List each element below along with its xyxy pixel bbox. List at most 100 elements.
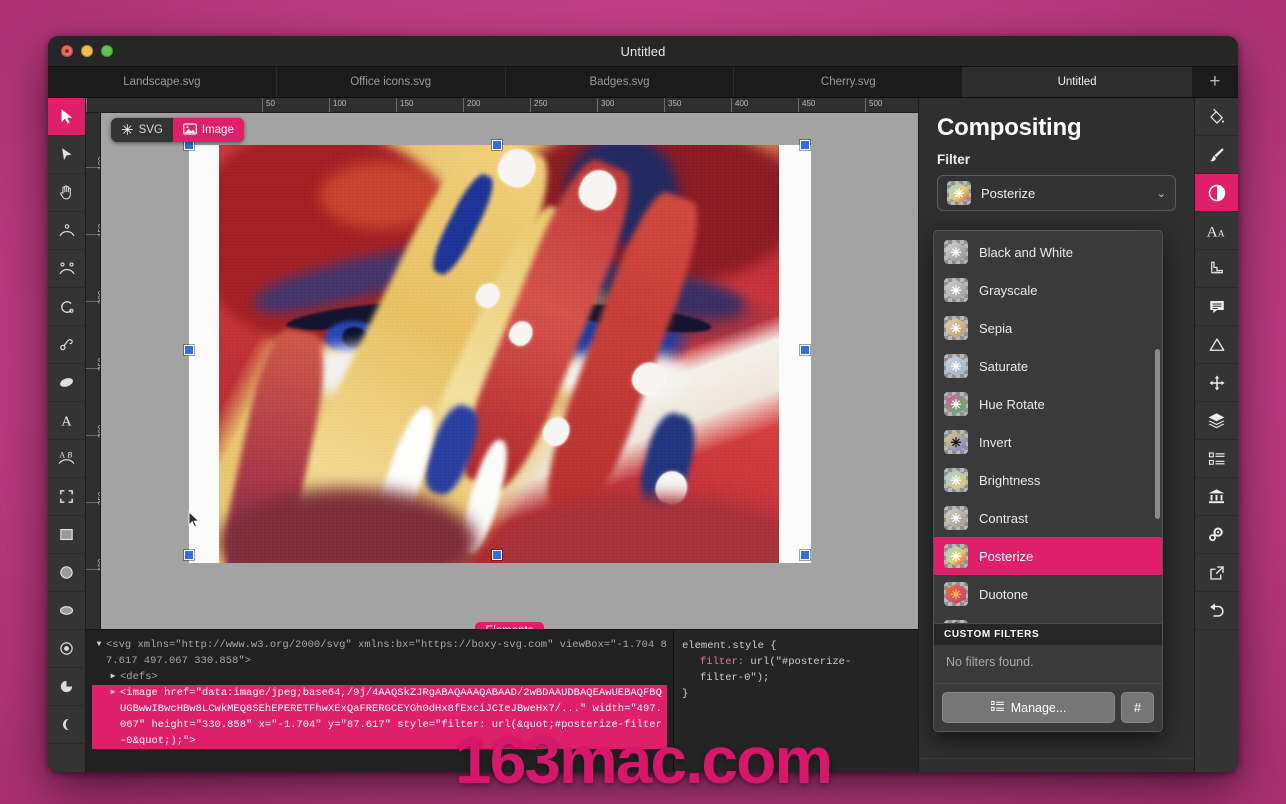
tab-cherry[interactable]: Cherry.svg — [734, 67, 963, 97]
tab-badges[interactable]: Badges.svg — [506, 67, 735, 97]
blob-tool[interactable] — [48, 364, 85, 402]
moon-tool[interactable] — [48, 706, 85, 744]
chevron-down-icon[interactable]: ⌄ — [1157, 187, 1166, 200]
plugins-tool[interactable] — [1195, 516, 1238, 554]
tab-untitled[interactable]: Untitled — [963, 67, 1192, 97]
crop-tool[interactable] — [48, 478, 85, 516]
compositing-tool[interactable] — [1195, 174, 1238, 212]
developer-panel: ▼ <svg xmlns="http://www.w3.org/2000/svg… — [86, 629, 918, 772]
minimize-button[interactable] — [81, 45, 93, 57]
svg-text:A: A — [61, 413, 72, 429]
filter-option-x-ray[interactable]: ✳ X-ray — [934, 613, 1162, 623]
export-tool[interactable] — [1195, 554, 1238, 592]
canvas-viewport[interactable]: ✳ SVG — [101, 113, 918, 629]
canvas-wrap: 100 150 200 250 300 350 400 ✳ — [86, 113, 918, 629]
measure-tool[interactable] — [1195, 250, 1238, 288]
tab-office-icons[interactable]: Office icons.svg — [277, 67, 506, 97]
mode-svg-option[interactable]: ✳ SVG — [111, 118, 173, 142]
filter-option-label: Black and White — [979, 245, 1073, 260]
filter-option-list[interactable]: ✳ Black and White ✳ Grayscale — [934, 231, 1162, 623]
asterisk-icon: ✳ — [121, 123, 134, 138]
filter-option-hue-rotate[interactable]: ✳ Hue Rotate — [934, 385, 1162, 423]
geometry-tool[interactable] — [1195, 326, 1238, 364]
close-button[interactable] — [61, 45, 73, 57]
comments-tool[interactable] — [1195, 288, 1238, 326]
svg-text:B: B — [67, 451, 72, 460]
filter-option-grayscale[interactable]: ✳ Grayscale — [934, 271, 1162, 309]
filter-option-brightness[interactable]: ✳ Brightness — [934, 461, 1162, 499]
select-tool[interactable] — [48, 98, 85, 136]
filter-option-invert[interactable]: ✳ Invert — [934, 423, 1162, 461]
hand-tool[interactable] — [48, 174, 85, 212]
selection-handle-ml[interactable] — [184, 345, 194, 355]
selection-handle-bl[interactable] — [184, 550, 194, 560]
ellipse-tool[interactable] — [48, 592, 85, 630]
freehand-tool[interactable] — [48, 326, 85, 364]
text-on-path-tool[interactable]: A B — [48, 440, 85, 478]
export-arrow-icon — [1208, 564, 1226, 582]
dom-row-selected[interactable]: ▶ <image href="data:image/jpeg;base64,/9… — [92, 685, 667, 749]
ruler-v-tick: 300 — [86, 435, 101, 436]
arc-tool[interactable] — [48, 288, 85, 326]
filter-option-saturate[interactable]: ✳ Saturate — [934, 347, 1162, 385]
selection-handle-br[interactable] — [800, 550, 810, 560]
dom-row[interactable]: ▼ <svg xmlns="http://www.w3.org/2000/svg… — [92, 637, 667, 669]
brush-tool[interactable] — [1195, 136, 1238, 174]
mouse-cursor — [188, 511, 201, 534]
horizontal-ruler[interactable]: 50 100 150 200 250 300 350 400 450 500 5… — [86, 98, 918, 113]
selection-handle-mr[interactable] — [800, 345, 810, 355]
selection-handle-tc[interactable] — [492, 140, 502, 150]
filter-option-black-and-white[interactable]: ✳ Black and White — [934, 233, 1162, 271]
dom-row[interactable]: ▶ <defs> — [92, 669, 667, 685]
node-tool[interactable] — [48, 212, 85, 250]
filter-option-duotone[interactable]: ✳ Duotone — [934, 575, 1162, 613]
image-element[interactable] — [219, 145, 779, 563]
pie-tool[interactable] — [48, 668, 85, 706]
filter-option-sepia[interactable]: ✳ Sepia — [934, 309, 1162, 347]
asterisk-glyph: ✳ — [944, 316, 968, 340]
filter-id-button[interactable]: # — [1121, 692, 1154, 723]
filter-thumbnail-icon: ✳ — [947, 181, 971, 205]
selection-handle-bc[interactable] — [492, 550, 502, 560]
ruler-h-tick: 300 — [597, 98, 614, 113]
manage-filters-button[interactable]: Manage... — [942, 692, 1115, 723]
elements-badge[interactable]: Elements — [475, 622, 545, 629]
fill-tool[interactable] — [1195, 98, 1238, 136]
svg-text:A: A — [59, 451, 65, 460]
dom-row-text: <defs> — [120, 669, 667, 685]
donut-tool[interactable] — [48, 630, 85, 668]
direct-select-tool[interactable] — [48, 136, 85, 174]
dropdown-scrollbar[interactable] — [1155, 349, 1160, 519]
twisty-icon[interactable]: ▶ — [106, 685, 120, 701]
assets-tool[interactable] — [1195, 478, 1238, 516]
vertical-ruler[interactable]: 100 150 200 250 300 350 400 — [86, 113, 101, 629]
artboard[interactable] — [189, 145, 811, 563]
twisty-icon[interactable]: ▶ — [106, 669, 120, 685]
dom-tree-pane[interactable]: ▼ <svg xmlns="http://www.w3.org/2000/svg… — [86, 630, 673, 772]
new-tab-button[interactable]: + — [1192, 67, 1238, 97]
css-style-pane[interactable]: element.style { filter: url("#posterize-… — [673, 630, 918, 772]
filter-option-posterize[interactable]: ✳ Posterize — [934, 537, 1162, 575]
filter-option-contrast[interactable]: ✳ Contrast — [934, 499, 1162, 537]
twisty-icon[interactable]: ▼ — [92, 637, 106, 653]
library-tool[interactable] — [1195, 440, 1238, 478]
maximize-button[interactable] — [101, 45, 113, 57]
ruler-v-tick: 100 — [86, 167, 101, 168]
filter-option-label: Grayscale — [979, 283, 1038, 298]
mode-image-option[interactable]: Image — [173, 118, 244, 142]
rectangle-tool[interactable] — [48, 516, 85, 554]
tab-landscape[interactable]: Landscape.svg — [48, 67, 277, 97]
undo-tool[interactable] — [1195, 592, 1238, 630]
custom-filters-empty-message: No filters found. — [934, 645, 1162, 683]
smooth-node-tool[interactable] — [48, 250, 85, 288]
typography-tool[interactable]: A A — [1195, 212, 1238, 250]
text-tool[interactable]: A — [48, 402, 85, 440]
mode-svg-label: SVG — [139, 124, 163, 136]
selection-handle-tr[interactable] — [800, 140, 810, 150]
layers-tool[interactable] — [1195, 402, 1238, 440]
circle-tool[interactable] — [48, 554, 85, 592]
transform-tool[interactable] — [1195, 364, 1238, 402]
css-declaration[interactable]: filter: url("#posterize- — [682, 654, 910, 670]
filter-select[interactable]: ✳ Posterize ⌄ — [937, 175, 1176, 211]
filter-section-label: Filter — [919, 144, 1194, 173]
